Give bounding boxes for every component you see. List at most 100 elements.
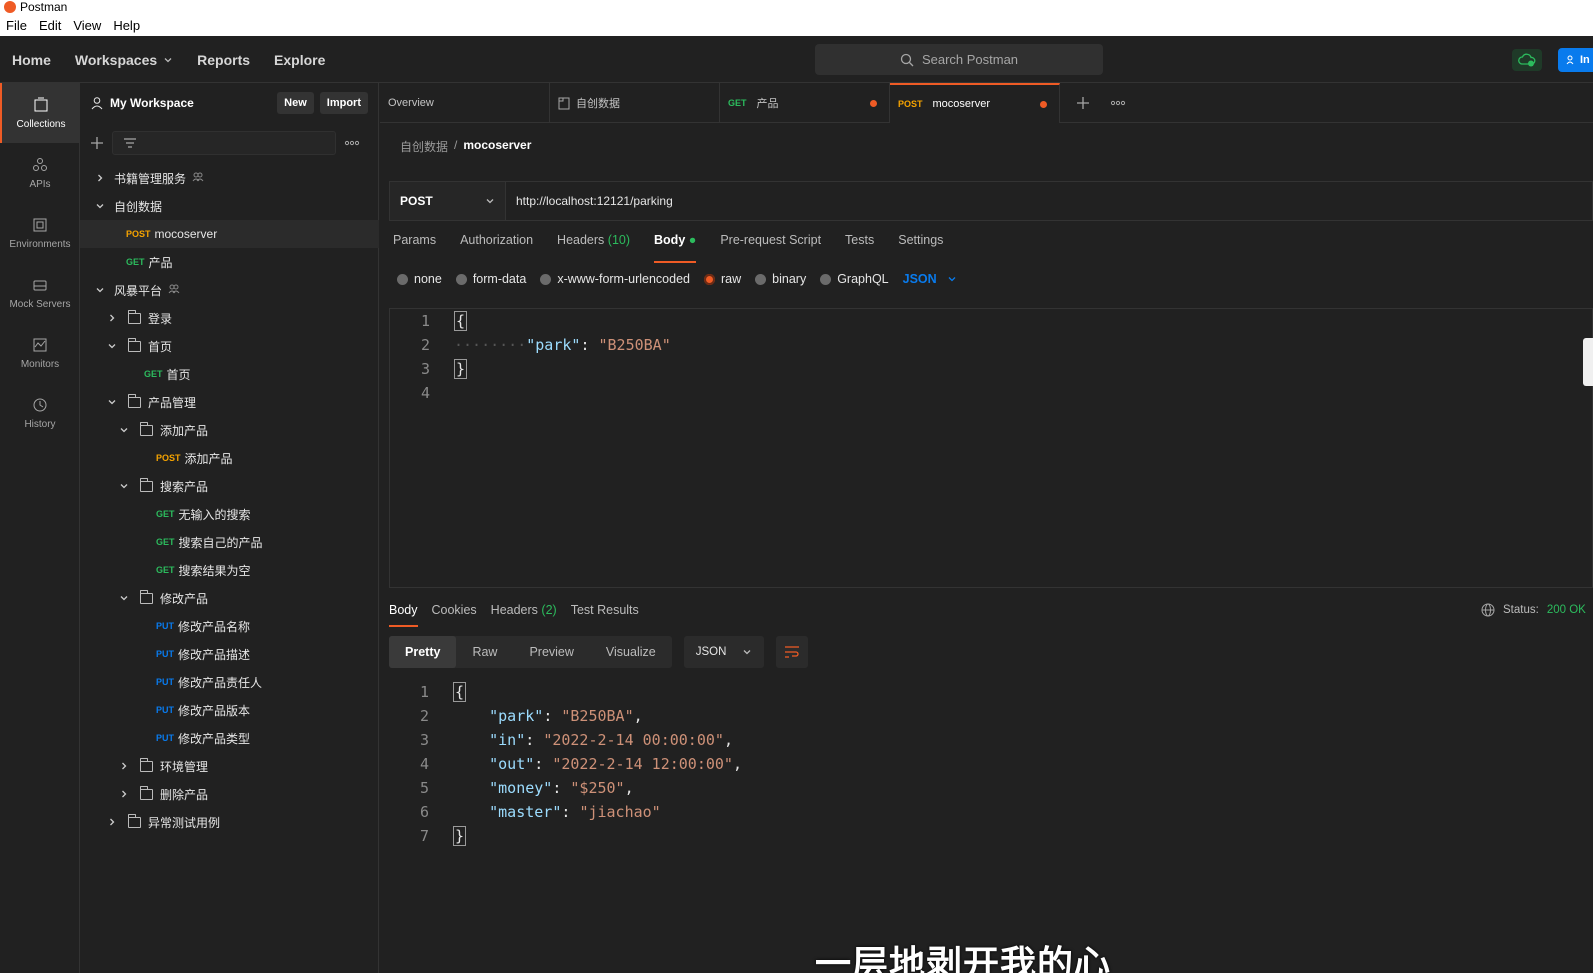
tab-post-mocoserver[interactable]: POST mocoserver [890, 83, 1060, 123]
iconbar-mock-servers[interactable]: Mock Servers [0, 263, 80, 323]
new-button[interactable]: New [277, 92, 314, 114]
tree-request-item[interactable]: GET 搜索自己的产品 [80, 528, 379, 556]
iconbar-apis[interactable]: APIs [0, 143, 80, 203]
tree-folder-item[interactable]: 环境管理 [80, 752, 379, 780]
sync-status-button[interactable] [1512, 49, 1542, 71]
breadcrumb-current[interactable]: mocoserver [463, 138, 531, 155]
tree-folder-item[interactable]: 产品管理 [80, 388, 379, 416]
resp-tab-cookies[interactable]: Cookies [432, 603, 477, 625]
tree-request-item[interactable]: GET 产品 [80, 248, 379, 276]
filter-input[interactable] [112, 131, 336, 155]
tree-folder-item[interactable]: 修改产品 [80, 584, 379, 612]
tree-folder-item[interactable]: 删除产品 [80, 780, 379, 808]
invite-button[interactable]: In [1558, 48, 1593, 72]
iconbar-monitors[interactable]: Monitors [0, 323, 80, 383]
more-options-icon[interactable] [344, 140, 360, 146]
tab-headers[interactable]: Headers (10) [557, 233, 630, 261]
response-format-select[interactable]: JSON [683, 636, 765, 668]
tree-request-item[interactable]: PUT 修改产品责任人 [80, 668, 379, 696]
iconbar-history[interactable]: History [0, 383, 80, 443]
chevron-down-icon[interactable] [118, 424, 130, 436]
iconbar-collections[interactable]: Collections [0, 83, 80, 143]
nav-explore[interactable]: Explore [274, 52, 325, 68]
tab-prerequest[interactable]: Pre-request Script [720, 233, 821, 261]
tree-request-item[interactable]: PUT 修改产品版本 [80, 696, 379, 724]
radio-raw[interactable]: raw [704, 272, 741, 286]
menu-view[interactable]: View [73, 18, 101, 33]
nav-reports[interactable]: Reports [197, 52, 250, 68]
menu-edit[interactable]: Edit [39, 18, 61, 33]
response-body-viewer[interactable]: 1{2 "park": "B250BA", 3 "in": "2022-2-14 … [389, 680, 1593, 848]
menu-help[interactable]: Help [113, 18, 140, 33]
tab-get-product[interactable]: GET 产品 [720, 83, 890, 123]
radio-urlencoded[interactable]: x-www-form-urlencoded [540, 272, 690, 286]
url-input[interactable]: http://localhost:12121/parking [506, 182, 673, 220]
tree-folder-item[interactable]: 搜索产品 [80, 472, 379, 500]
chevron-down-icon[interactable] [94, 284, 106, 296]
radio-graphql[interactable]: GraphQL [820, 272, 889, 286]
chevron-down-icon[interactable] [94, 200, 106, 212]
tree-request-item[interactable]: POST mocoserver [80, 220, 379, 248]
method-select[interactable]: POST [390, 182, 506, 220]
tree-request-item[interactable]: PUT 修改产品类型 [80, 724, 379, 752]
iconbar-environments[interactable]: Environments [0, 203, 80, 263]
resp-tab-headers[interactable]: Headers (2) [491, 603, 557, 625]
radio-label: GraphQL [837, 272, 889, 286]
chevron-right-icon[interactable] [94, 172, 106, 184]
wrap-lines-button[interactable] [776, 636, 809, 668]
new-tab-icon[interactable] [1076, 96, 1090, 110]
nav-workspaces[interactable]: Workspaces [75, 52, 173, 68]
tab-overview[interactable]: Overview [380, 83, 550, 123]
radio-binary[interactable]: binary [755, 272, 806, 286]
add-collection-icon[interactable] [90, 136, 104, 150]
resp-tab-body[interactable]: Body [389, 603, 418, 627]
tree-request-item[interactable]: GET 首页 [80, 360, 379, 388]
code-line: 6 "master": "jiachao" [389, 800, 1593, 824]
globe-icon[interactable] [1481, 603, 1495, 617]
radio-none[interactable]: none [397, 272, 442, 286]
import-button[interactable]: Import [319, 92, 368, 114]
tab-tests[interactable]: Tests [845, 233, 874, 261]
menu-file[interactable]: File [6, 18, 27, 33]
tab-body[interactable]: Body ● [654, 233, 697, 263]
breadcrumb-parent[interactable]: 自创数据 [400, 138, 448, 155]
tab-params[interactable]: Params [393, 233, 436, 261]
more-tabs-icon[interactable] [1110, 100, 1126, 106]
chevron-down-icon[interactable] [118, 592, 130, 604]
chevron-down-icon[interactable] [106, 396, 118, 408]
nav-home[interactable]: Home [12, 52, 51, 68]
tree-request-item[interactable]: GET 搜索结果为空 [80, 556, 379, 584]
chevron-right-icon[interactable] [118, 760, 130, 772]
tree-folder-item[interactable]: 添加产品 [80, 416, 379, 444]
tree-folder-item[interactable]: 异常测试用例 [80, 808, 379, 836]
floating-side-panel[interactable] [1583, 338, 1593, 386]
tree-collection-item[interactable]: 自创数据 [80, 192, 379, 220]
tree-request-item[interactable]: PUT 修改产品描述 [80, 640, 379, 668]
resp-tab-test-results[interactable]: Test Results [571, 603, 639, 625]
status-value[interactable]: 200 OK [1547, 604, 1586, 616]
chevron-right-icon[interactable] [106, 312, 118, 324]
workspace-name[interactable]: My Workspace [110, 96, 271, 110]
view-pretty[interactable]: Pretty [389, 636, 457, 668]
chevron-down-icon[interactable] [118, 480, 130, 492]
tree-request-item[interactable]: GET 无输入的搜索 [80, 500, 379, 528]
tab-collection-doc[interactable]: 自创数据 [550, 83, 720, 123]
tree-folder-item[interactable]: 登录 [80, 304, 379, 332]
view-visualize[interactable]: Visualize [590, 636, 672, 668]
tree-request-item[interactable]: POST 添加产品 [80, 444, 379, 472]
chevron-down-icon[interactable] [106, 340, 118, 352]
tree-collection-item[interactable]: 书籍管理服务 [80, 164, 379, 192]
tree-folder-item[interactable]: 首页 [80, 332, 379, 360]
request-body-editor[interactable]: 1{2 ········"park": "B250BA" 3} 4 [389, 308, 1593, 588]
chevron-right-icon[interactable] [118, 788, 130, 800]
tree-collection-item[interactable]: 风暴平台 [80, 276, 379, 304]
body-format-select[interactable]: JSON [903, 272, 957, 286]
search-input[interactable]: Search Postman [815, 44, 1103, 75]
radio-form-data[interactable]: form-data [455, 272, 526, 286]
tree-request-item[interactable]: PUT 修改产品名称 [80, 612, 379, 640]
tab-authorization[interactable]: Authorization [460, 233, 533, 261]
view-preview[interactable]: Preview [513, 636, 589, 668]
view-raw[interactable]: Raw [456, 636, 513, 668]
tab-settings[interactable]: Settings [898, 233, 943, 261]
chevron-right-icon[interactable] [106, 816, 118, 828]
